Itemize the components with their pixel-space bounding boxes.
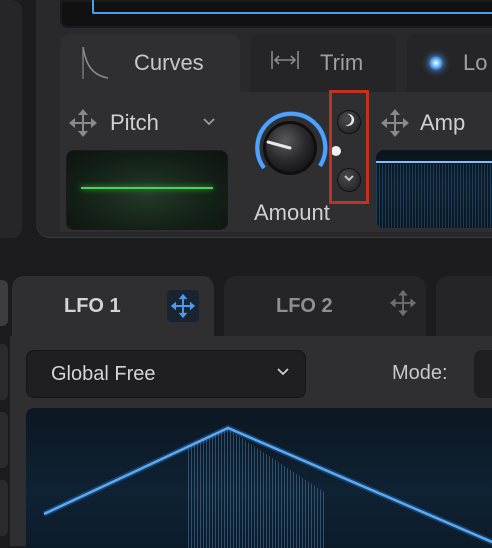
trim-icon bbox=[270, 49, 300, 77]
tab-lfo-1-label: LFO 1 bbox=[64, 294, 121, 317]
tab-lfo-2-label: LFO 2 bbox=[276, 294, 333, 317]
side-tab[interactable] bbox=[0, 280, 8, 326]
tab-lo[interactable]: Lo bbox=[407, 34, 492, 92]
side-tab[interactable] bbox=[0, 480, 8, 536]
led-icon bbox=[429, 56, 443, 70]
curve-shape-button[interactable] bbox=[337, 110, 361, 134]
tab-trim-label: Trim bbox=[320, 50, 364, 75]
pitch-curve-line bbox=[81, 187, 213, 189]
rate-mode-dropdown[interactable]: Global Free bbox=[26, 350, 306, 398]
tab-curves[interactable]: Curves bbox=[60, 34, 240, 92]
amount-label: Amount bbox=[254, 200, 330, 225]
amp-label[interactable]: Amp bbox=[420, 110, 465, 136]
mode-label: Mode: bbox=[392, 362, 448, 384]
amp-curve-display bbox=[376, 150, 492, 228]
rate-mode-value: Global Free bbox=[51, 362, 156, 385]
amount-knob[interactable] bbox=[250, 108, 330, 188]
curve-icon bbox=[80, 45, 116, 81]
left-panel-edge bbox=[0, 0, 22, 238]
lfo-waveform-display bbox=[26, 408, 492, 548]
mode-select[interactable] bbox=[474, 350, 492, 398]
pitch-curve-display bbox=[66, 150, 228, 230]
move-icon[interactable] bbox=[380, 108, 410, 138]
tab-lfo-1[interactable]: LFO 1 bbox=[12, 276, 214, 336]
side-tab[interactable] bbox=[0, 412, 8, 468]
move-icon[interactable] bbox=[389, 289, 417, 323]
move-icon[interactable] bbox=[166, 290, 199, 322]
tab-curves-label: Curves bbox=[134, 50, 204, 75]
top-display-curve bbox=[92, 0, 492, 14]
move-icon[interactable] bbox=[68, 108, 98, 138]
tab-lfo-3[interactable] bbox=[436, 276, 492, 336]
crescent-icon bbox=[342, 113, 356, 132]
tab-lfo-2[interactable]: LFO 2 bbox=[224, 276, 426, 336]
chevron-down-icon bbox=[275, 363, 291, 386]
chevron-down-icon bbox=[343, 171, 355, 189]
chevron-down-icon[interactable] bbox=[200, 112, 218, 135]
tab-lo-label: Lo bbox=[463, 50, 488, 75]
curve-menu-button[interactable] bbox=[337, 168, 361, 192]
tab-trim[interactable]: Trim bbox=[250, 34, 396, 92]
pitch-label[interactable]: Pitch bbox=[110, 110, 159, 136]
side-tab[interactable] bbox=[0, 344, 8, 400]
